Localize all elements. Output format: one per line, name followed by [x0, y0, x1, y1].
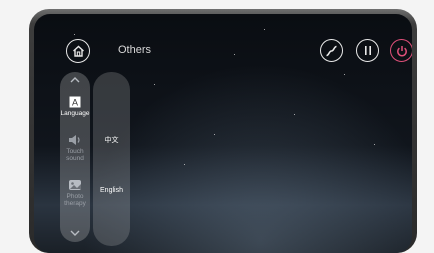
page-title: Others: [118, 44, 152, 56]
sidebar-item-label: Language: [60, 110, 90, 117]
chevron-down-icon[interactable]: [70, 230, 80, 236]
language-option-english[interactable]: English: [93, 187, 130, 194]
photo-icon: [69, 180, 81, 190]
chevron-up-icon[interactable]: [70, 77, 80, 83]
language-icon: A: [69, 96, 81, 108]
sidebar-item-label: Touch sound: [66, 148, 84, 162]
sidebar-item-touch-sound[interactable]: Touch sound: [60, 134, 90, 162]
sidebar-item-label: Photo therapy: [64, 193, 86, 207]
power-icon: [396, 45, 407, 56]
language-options-panel: 中文 English: [93, 72, 130, 246]
power-button[interactable]: [390, 39, 412, 62]
sidebar-item-photo-therapy[interactable]: Photo therapy: [60, 179, 90, 207]
pause-button[interactable]: [356, 39, 379, 62]
settings-sidebar: A Language Touch sound Photo therapy: [60, 72, 90, 242]
trend-button[interactable]: [320, 39, 343, 62]
pause-icon: [364, 46, 371, 55]
home-button[interactable]: [66, 39, 90, 63]
speaker-icon: [69, 135, 80, 145]
svg-text:A: A: [72, 98, 78, 108]
home-icon: [72, 45, 84, 57]
trend-icon: [326, 45, 337, 56]
language-option-chinese[interactable]: 中文: [93, 135, 130, 145]
sidebar-item-language[interactable]: A Language: [60, 96, 90, 117]
screen: Others A Language Touch sound Photo ther…: [34, 14, 412, 253]
